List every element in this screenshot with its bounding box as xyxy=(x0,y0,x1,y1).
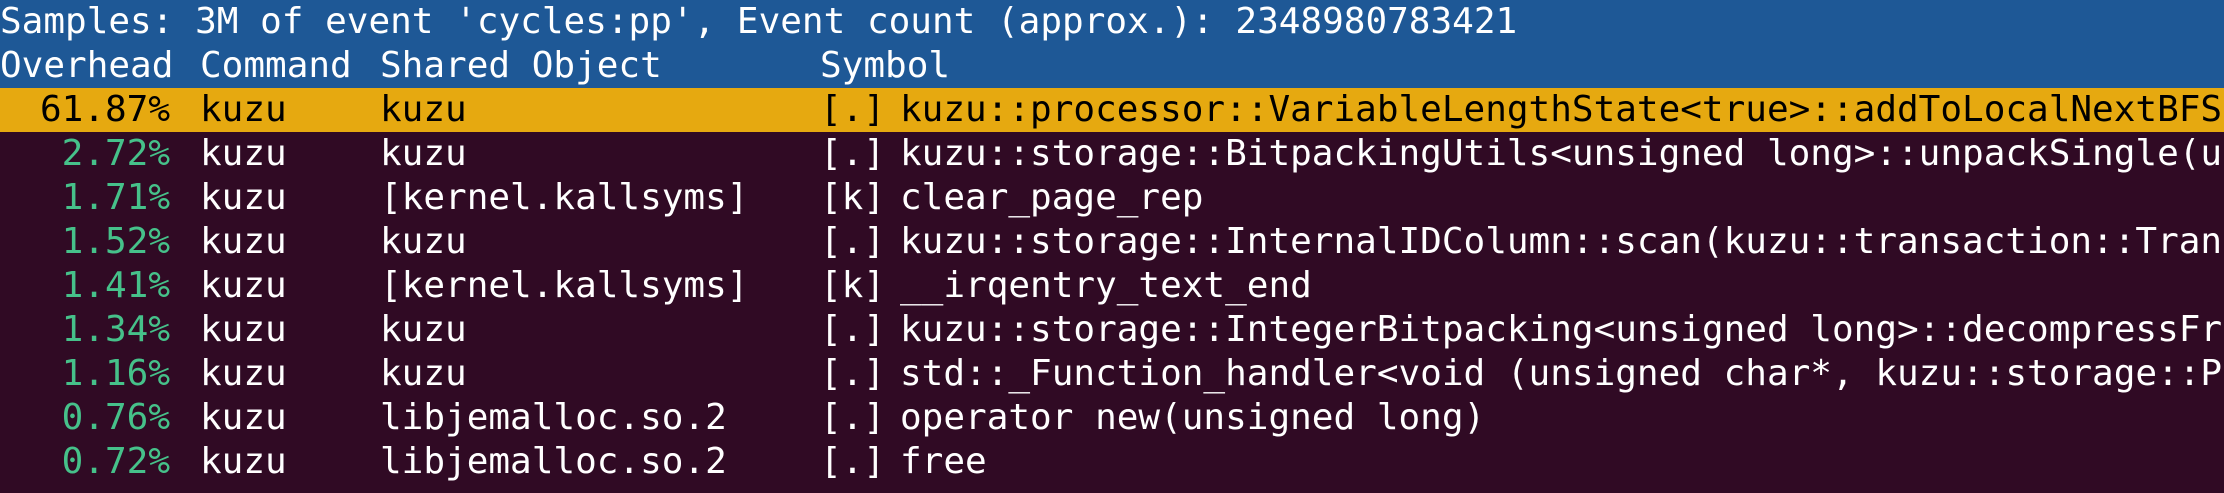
samples-summary-text: Samples: 3M of event 'cycles:pp', Event … xyxy=(0,1,1518,42)
overhead-cell: 1.41% xyxy=(61,265,170,306)
table-row[interactable]: 1.71% kuzu [kernel.kallsyms] [k] clear_page_… xyxy=(0,176,2224,220)
symbol-cell: kuzu::storage::InternalIDColumn::scan(ku… xyxy=(900,221,2224,262)
symbol-level-cell: [.] xyxy=(820,133,886,174)
overhead-cell: 1.52% xyxy=(61,221,170,262)
symbol-cell: free xyxy=(900,441,987,482)
shared-object-cell: [kernel.kallsyms] xyxy=(380,265,749,306)
command-cell: kuzu xyxy=(200,309,287,350)
command-cell: kuzu xyxy=(200,133,287,174)
symbol-cell: kuzu::processor::VariableLengthState<tru… xyxy=(900,89,2224,130)
symbol-cell: kuzu::storage::IntegerBitpacking<unsigne… xyxy=(900,309,2224,350)
overhead-cell: 0.72% xyxy=(61,441,170,482)
overhead-cell: 2.72% xyxy=(61,133,170,174)
shared-object-cell: libjemalloc.so.2 xyxy=(380,397,727,438)
symbol-level-cell: [.] xyxy=(820,221,886,262)
symbol-level-cell: [k] xyxy=(820,177,886,218)
column-header-shared-object[interactable]: Shared Object xyxy=(380,44,662,88)
symbol-level-cell: [.] xyxy=(820,441,886,482)
table-row[interactable]: 0.72% kuzu libjemalloc.so.2 [.] free xyxy=(0,440,2224,484)
shared-object-cell: kuzu xyxy=(380,221,467,262)
symbol-cell: operator new(unsigned long) xyxy=(900,397,1486,438)
command-cell: kuzu xyxy=(200,441,287,482)
shared-object-cell: kuzu xyxy=(380,309,467,350)
shared-object-cell: libjemalloc.so.2 xyxy=(380,441,727,482)
symbol-cell: clear_page_rep xyxy=(900,177,1204,218)
symbol-level-cell: [.] xyxy=(820,309,886,350)
command-cell: kuzu xyxy=(200,265,287,306)
table-row[interactable]: 1.41% kuzu [kernel.kallsyms] [k] __irqentry_… xyxy=(0,264,2224,308)
column-header-symbol[interactable]: Symbol xyxy=(820,44,950,88)
column-header-row: Overhead Command Shared Object Symbol xyxy=(0,44,2224,88)
symbol-cell: kuzu::storage::BitpackingUtils<unsigned … xyxy=(900,133,2224,174)
shared-object-cell: kuzu xyxy=(380,89,467,130)
symbol-level-cell: [.] xyxy=(820,397,886,438)
shared-object-cell: kuzu xyxy=(380,353,467,394)
perf-report-terminal: Samples: 3M of event 'cycles:pp', Event … xyxy=(0,0,2224,493)
symbol-level-cell: [.] xyxy=(820,89,886,130)
table-row-selected[interactable]: 61.87% kuzu kuzu [.] kuzu::processor::Variab… xyxy=(0,88,2224,132)
overhead-cell: 61.87% xyxy=(39,89,170,130)
symbol-cell: __irqentry_text_end xyxy=(900,265,1312,306)
command-cell: kuzu xyxy=(200,397,287,438)
report-rows: 61.87% kuzu kuzu [.] kuzu::processor::Variab… xyxy=(0,88,2224,484)
column-header-command[interactable]: Command xyxy=(200,44,352,88)
overhead-cell: 1.34% xyxy=(61,309,170,350)
overhead-cell: 1.71% xyxy=(61,177,170,218)
samples-summary-bar: Samples: 3M of event 'cycles:pp', Event … xyxy=(0,0,2224,44)
shared-object-cell: [kernel.kallsyms] xyxy=(380,177,749,218)
column-header-overhead[interactable]: Overhead xyxy=(0,44,173,88)
table-row[interactable]: 1.16% kuzu kuzu [.] std::_Function_handler<v… xyxy=(0,352,2224,396)
command-cell: kuzu xyxy=(200,89,287,130)
command-cell: kuzu xyxy=(200,221,287,262)
overhead-cell: 1.16% xyxy=(61,353,170,394)
symbol-level-cell: [k] xyxy=(820,265,886,306)
command-cell: kuzu xyxy=(200,353,287,394)
table-row[interactable]: 1.34% kuzu kuzu [.] kuzu::storage::IntegerBi… xyxy=(0,308,2224,352)
symbol-level-cell: [.] xyxy=(820,353,886,394)
table-row[interactable]: 2.72% kuzu kuzu [.] kuzu::storage::Bitpackin… xyxy=(0,132,2224,176)
shared-object-cell: kuzu xyxy=(380,133,467,174)
table-row[interactable]: 0.76% kuzu libjemalloc.so.2 [.] operator new… xyxy=(0,396,2224,440)
overhead-cell: 0.76% xyxy=(61,397,170,438)
command-cell: kuzu xyxy=(200,177,287,218)
symbol-cell: std::_Function_handler<void (unsigned ch… xyxy=(900,353,2224,394)
table-row[interactable]: 1.52% kuzu kuzu [.] kuzu::storage::InternalI… xyxy=(0,220,2224,264)
